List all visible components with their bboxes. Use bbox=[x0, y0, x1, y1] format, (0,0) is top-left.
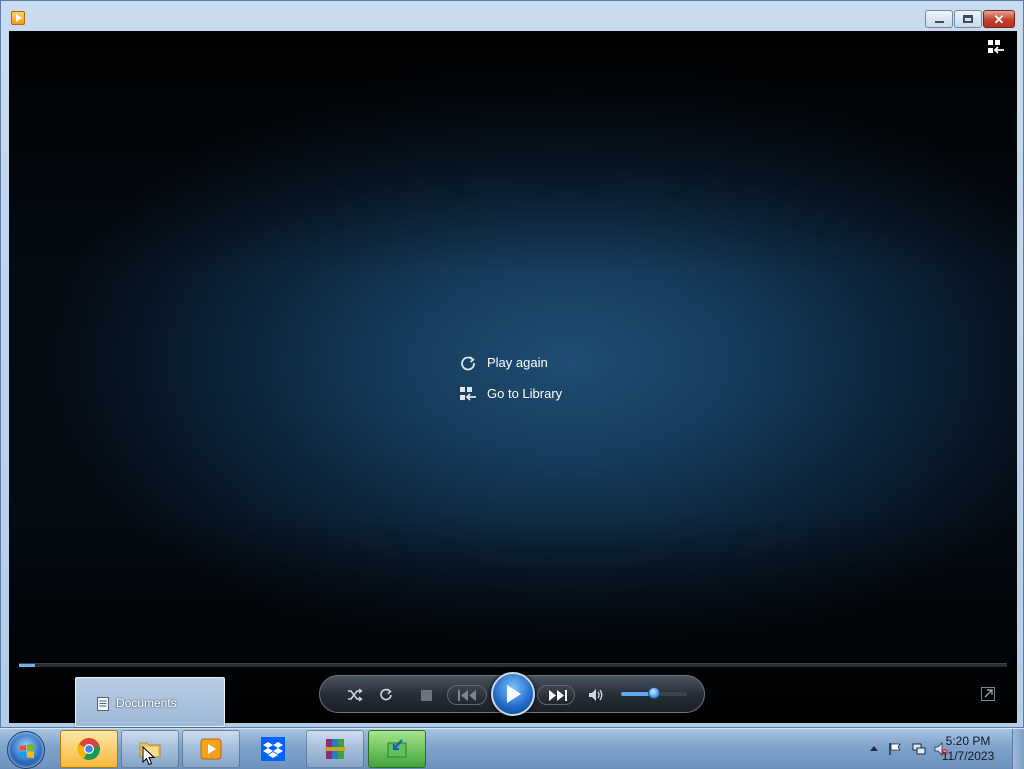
taskbar-media-player[interactable] bbox=[182, 730, 240, 768]
dropbox-icon bbox=[261, 737, 285, 761]
clock-time: 5:20 PM bbox=[945, 734, 991, 748]
window-controls: ✕ bbox=[925, 10, 1015, 28]
winrar-icon bbox=[325, 739, 345, 759]
show-desktop-button[interactable] bbox=[1012, 729, 1024, 769]
taskbar-thumbnail-popup[interactable]: Documents bbox=[75, 677, 225, 727]
seek-bar-progress bbox=[19, 664, 35, 667]
switch-to-library-icon[interactable] bbox=[987, 39, 1005, 55]
minimize-button[interactable] bbox=[925, 10, 953, 28]
windows-logo-icon bbox=[20, 743, 34, 759]
show-hidden-icons-icon[interactable] bbox=[869, 744, 879, 752]
chrome-icon bbox=[77, 738, 100, 760]
close-button[interactable]: ✕ bbox=[983, 10, 1015, 28]
title-bar[interactable]: ✕ bbox=[1, 1, 1023, 31]
previous-icon bbox=[458, 690, 476, 701]
clock[interactable]: 5:20 PM 11/7/2023 bbox=[936, 734, 1000, 764]
maximize-button[interactable] bbox=[954, 10, 982, 28]
repeat-button[interactable] bbox=[377, 686, 395, 704]
go-to-library-link[interactable]: Go to Library bbox=[459, 378, 562, 409]
document-library-icon bbox=[97, 697, 109, 711]
taskbar-winrar[interactable] bbox=[306, 730, 364, 768]
fullscreen-icon[interactable] bbox=[981, 687, 995, 701]
play-icon bbox=[507, 685, 521, 703]
previous-button[interactable] bbox=[447, 685, 487, 705]
action-center-flag-icon[interactable] bbox=[888, 742, 902, 756]
repeat-icon bbox=[380, 688, 392, 701]
minimize-icon bbox=[934, 21, 944, 23]
system-tray: 5:20 PM 11/7/2023 bbox=[844, 729, 1024, 769]
library-icon bbox=[459, 385, 477, 403]
popup-label: Documents bbox=[116, 696, 177, 710]
stop-button[interactable] bbox=[418, 687, 434, 703]
media-player-icon bbox=[200, 738, 222, 760]
go-to-library-label[interactable]: Go to Library bbox=[487, 386, 562, 401]
download-icon bbox=[387, 739, 407, 758]
media-player-app-icon[interactable] bbox=[11, 11, 25, 25]
taskbar-dropbox[interactable] bbox=[244, 730, 302, 768]
shuffle-button[interactable] bbox=[346, 686, 364, 704]
play-again-link[interactable]: Play again bbox=[459, 347, 562, 378]
shuffle-icon bbox=[348, 688, 363, 702]
replay-icon bbox=[459, 354, 477, 372]
seek-bar[interactable] bbox=[19, 663, 1007, 667]
maximize-icon bbox=[963, 15, 973, 23]
mouse-cursor-icon bbox=[142, 746, 156, 766]
playback-ended-menu: Play again Go to Library bbox=[459, 347, 562, 409]
network-icon[interactable] bbox=[912, 742, 926, 756]
mute-button[interactable] bbox=[587, 686, 605, 704]
play-button[interactable] bbox=[491, 672, 535, 716]
clock-date: 11/7/2023 bbox=[941, 749, 995, 763]
play-again-label[interactable]: Play again bbox=[487, 355, 548, 370]
start-button[interactable] bbox=[7, 731, 45, 769]
taskbar-download-manager[interactable] bbox=[368, 730, 426, 768]
video-area[interactable]: Play again Go to Library bbox=[9, 31, 1017, 723]
volume-slider-thumb[interactable] bbox=[648, 687, 660, 699]
stop-icon bbox=[420, 689, 432, 701]
taskbar-chrome[interactable] bbox=[60, 730, 118, 768]
media-player-window: ✕ Play again Go to Library bbox=[0, 0, 1024, 728]
close-icon: ✕ bbox=[993, 11, 1005, 27]
next-button[interactable] bbox=[537, 685, 575, 705]
next-icon bbox=[549, 690, 567, 701]
speaker-icon bbox=[589, 689, 603, 701]
